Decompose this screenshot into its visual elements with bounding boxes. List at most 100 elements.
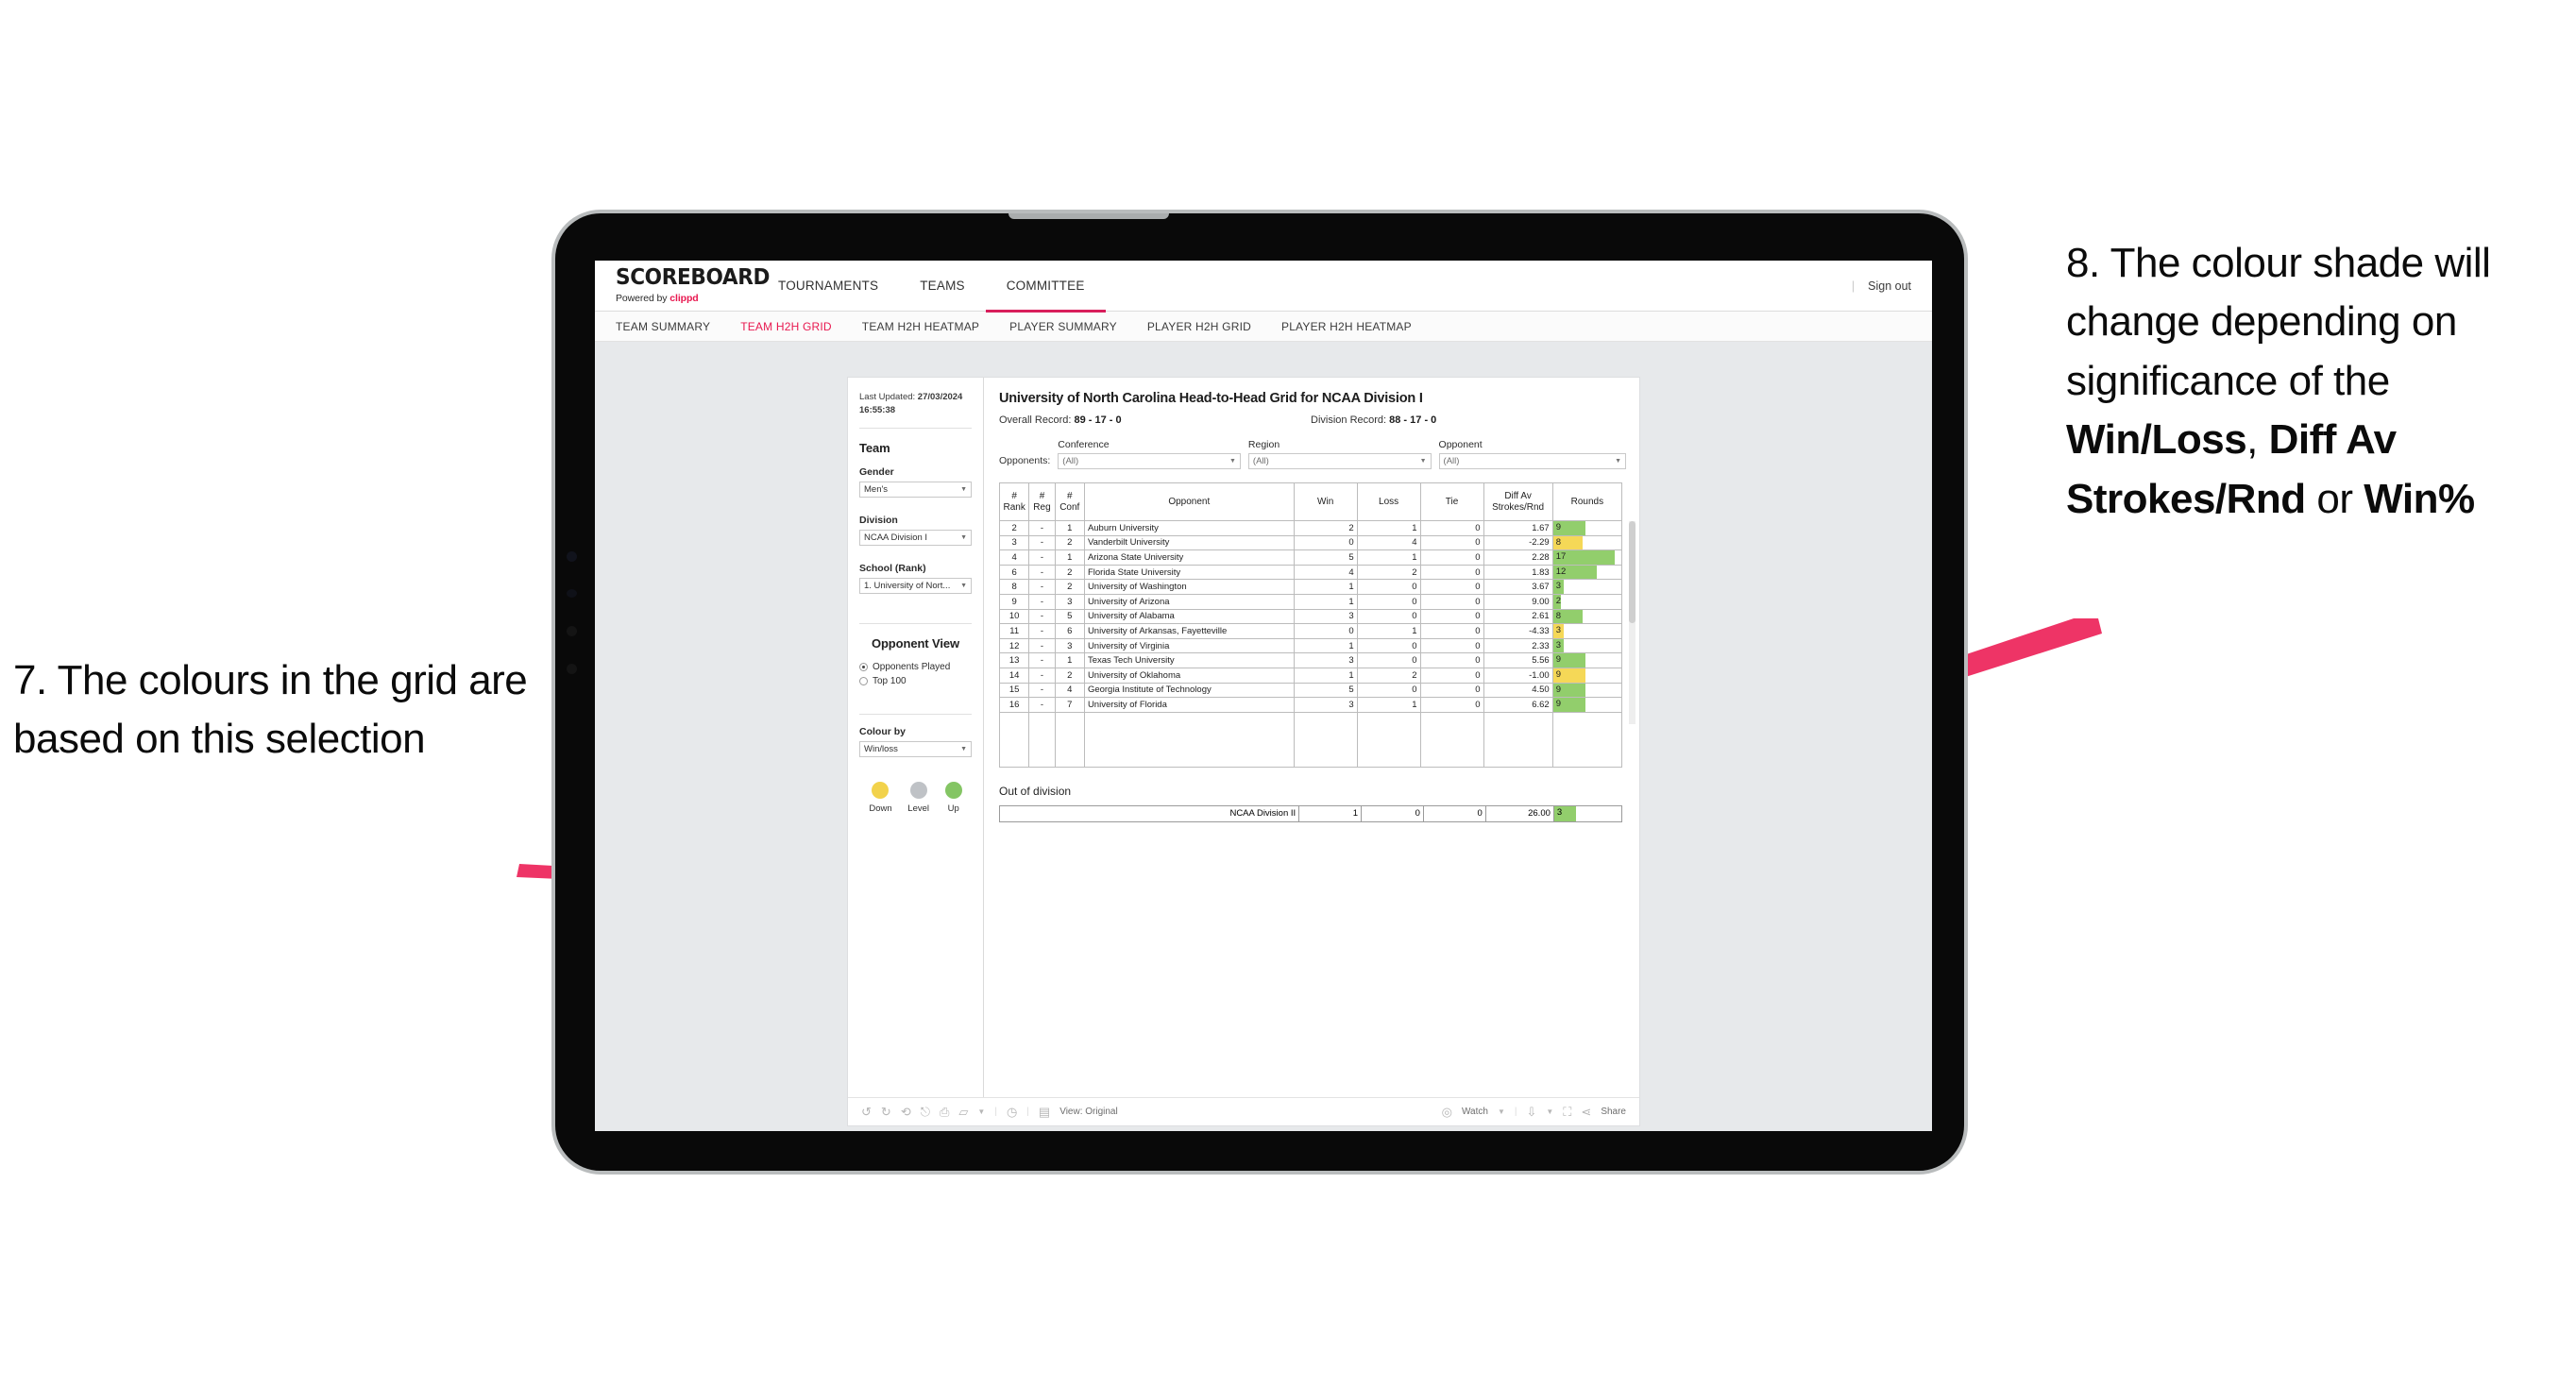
table-row[interactable]: 15-4 Georgia Institute of Technology 5 0 0 4.… (998, 682, 1623, 699)
grid-scrollbar-thumb[interactable] (1629, 521, 1635, 623)
view-original-label[interactable]: View: Original (1059, 1107, 1118, 1117)
gender-select[interactable]: Men's ▼ (859, 481, 972, 498)
pause-updates-icon[interactable]: ⎙ (940, 1106, 949, 1118)
watch-icon[interactable]: ◎ (1442, 1106, 1452, 1118)
division-select[interactable]: NCAA Division I ▼ (859, 529, 972, 546)
cell-diff: 6.62 (1483, 697, 1553, 713)
cell-rank: 6 (998, 564, 1030, 581)
region-filter-select[interactable]: (All) ▼ (1247, 453, 1432, 469)
conference-filter-select[interactable]: (All) ▼ (1058, 453, 1241, 469)
col-rounds[interactable]: Rounds (1551, 482, 1623, 521)
cell-reg: - (1028, 579, 1056, 595)
visualization-card: Last Updated: 27/03/2024 16:55:38 Team G… (848, 378, 1639, 1125)
ood-name: NCAA Division II (998, 804, 1300, 822)
annotation-right-bold-1: Win/Loss (2066, 416, 2247, 464)
out-of-division-table: NCAA Division II 1 0 0 26.00 3 (998, 804, 1623, 822)
colour-by-select[interactable]: Win/loss ▼ (859, 740, 972, 757)
col-rank[interactable]: # Rank (998, 482, 1030, 521)
cell-conf: 7 (1054, 697, 1085, 713)
radio-opponents-played[interactable]: Opponents Played (859, 662, 972, 672)
col-tie[interactable]: Tie (1419, 482, 1484, 521)
cell-opponent: Florida State University (1083, 564, 1295, 581)
cell-rank: 13 (998, 652, 1030, 668)
undo-icon[interactable]: ↺ (861, 1106, 872, 1118)
share-label[interactable]: Share (1601, 1107, 1626, 1117)
sign-out-link[interactable]: Sign out (1868, 279, 1911, 293)
subnav-player-h2h-heatmap[interactable]: PLAYER H2H HEATMAP (1266, 320, 1427, 333)
tablet-side-button-2 (567, 589, 577, 598)
refresh-data-icon[interactable]: ⎋ (921, 1106, 930, 1118)
subnav-team-h2h-grid[interactable]: TEAM H2H GRID (725, 320, 847, 333)
col-win[interactable]: Win (1293, 482, 1358, 521)
subnav-team-h2h-heatmap[interactable]: TEAM H2H HEATMAP (847, 320, 994, 333)
table-row[interactable]: 3-2 Vanderbilt University 0 4 0 -2.29 8 (998, 534, 1623, 551)
sidebar-gap-4 (859, 690, 972, 703)
nav-teams[interactable]: TEAMS (899, 261, 986, 312)
cell-tie: 0 (1419, 697, 1484, 713)
spacer-cell (1483, 711, 1553, 768)
share-icon[interactable]: ⋖ (1581, 1106, 1591, 1118)
nav-committee[interactable]: COMMITTEE (985, 261, 1106, 313)
opponent-filter-select[interactable]: (All) ▼ (1438, 453, 1627, 469)
cell-loss: 0 (1356, 579, 1421, 595)
col-conf[interactable]: # Conf (1054, 482, 1085, 521)
col-diff-av-strokes[interactable]: Diff Av Strokes/Rnd (1483, 482, 1553, 521)
cell-reg: - (1028, 637, 1056, 654)
highlight-icon[interactable]: ▱ (958, 1106, 968, 1118)
rounds-value: 9 (1555, 654, 1562, 666)
secondary-navigation: TEAM SUMMARY TEAM H2H GRID TEAM H2H HEAT… (595, 312, 1932, 342)
col-reg[interactable]: # Reg (1028, 482, 1056, 521)
cell-diff: 5.56 (1483, 652, 1553, 668)
cell-reg: - (1028, 593, 1056, 610)
cell-conf: 3 (1054, 637, 1085, 654)
table-row[interactable]: 8-2 University of Washington 1 0 0 3.67 3 (998, 579, 1623, 595)
col-loss[interactable]: Loss (1356, 482, 1421, 521)
table-row[interactable]: 12-3 University of Virginia 1 0 0 2.33 3 (998, 637, 1623, 654)
radio-top-100[interactable]: Top 100 (859, 676, 972, 686)
table-row[interactable]: 16-7 University of Florida 3 1 0 6.62 9 (998, 697, 1623, 713)
table-row[interactable]: 2-1 Auburn University 2 1 0 1.67 9 (998, 520, 1623, 536)
chevron-down-icon[interactable]: ▼ (977, 1107, 985, 1116)
redo-icon[interactable]: ↻ (881, 1106, 891, 1118)
subnav-player-summary[interactable]: PLAYER SUMMARY (994, 320, 1132, 333)
opponent-view-heading: Opponent View (871, 635, 960, 651)
revert-icon[interactable]: ⟲ (901, 1106, 911, 1118)
table-row[interactable]: 10-5 University of Alabama 3 0 0 2.61 8 (998, 608, 1623, 625)
table-row[interactable]: 14-2 University of Oklahoma 1 2 0 -1.00 9 (998, 667, 1623, 684)
cell-conf: 3 (1054, 593, 1085, 610)
watch-label[interactable]: Watch (1462, 1107, 1488, 1117)
subnav-player-h2h-grid[interactable]: PLAYER H2H GRID (1132, 320, 1266, 333)
screenshot-stage: 7. The colours in the grid are based on … (0, 0, 2576, 1386)
cell-rank: 12 (998, 637, 1030, 654)
chevron-down-icon[interactable]: ▼ (1546, 1107, 1553, 1116)
table-row[interactable]: 13-1 Texas Tech University 3 0 0 5.56 9 (998, 652, 1623, 668)
col-opponent[interactable]: Opponent (1083, 482, 1295, 521)
rounds-value: 17 (1555, 551, 1567, 563)
cell-tie: 0 (1419, 549, 1484, 566)
chevron-down-icon: ▼ (1229, 458, 1236, 465)
table-row[interactable]: 9-3 University of Arizona 1 0 0 9.00 2 (998, 593, 1623, 610)
cell-win: 3 (1293, 697, 1358, 713)
rounds-value: 2 (1555, 595, 1562, 606)
fullscreen-icon[interactable]: ⛶ (1563, 1106, 1571, 1118)
annotation-left-text: 7. The colours in the grid are based on … (13, 657, 528, 763)
legend-caption-up: Up (947, 803, 959, 814)
table-row[interactable]: 6-2 Florida State University 4 2 0 1.83 12 (998, 564, 1623, 581)
gender-value: Men's (864, 483, 889, 495)
help-icon[interactable]: ◷ (1007, 1106, 1017, 1118)
table-row[interactable]: 11-6 University of Arkansas, Fayetteville… (998, 623, 1623, 639)
cell-opponent: Auburn University (1083, 520, 1295, 536)
school-label: School (Rank) (859, 562, 926, 574)
table-row[interactable]: 4-1 Arizona State University 5 1 0 2.28 17 (998, 549, 1623, 566)
subnav-team-summary[interactable]: TEAM SUMMARY (616, 320, 725, 333)
legend-dot-level (909, 781, 927, 799)
cell-opponent: Georgia Institute of Technology (1083, 682, 1295, 699)
download-icon[interactable]: ⇩ (1526, 1106, 1536, 1118)
view-original-icon[interactable]: ▤ (1039, 1106, 1050, 1118)
chevron-down-icon[interactable]: ▼ (1498, 1107, 1505, 1116)
school-select[interactable]: 1. University of Nort... ▼ (859, 577, 972, 594)
workspace-canvas: Last Updated: 27/03/2024 16:55:38 Team G… (595, 342, 1932, 1131)
brand-tagline: Powered by clippd (616, 293, 757, 304)
cell-rank: 14 (998, 667, 1030, 684)
nav-tournaments[interactable]: TOURNAMENTS (757, 261, 899, 312)
